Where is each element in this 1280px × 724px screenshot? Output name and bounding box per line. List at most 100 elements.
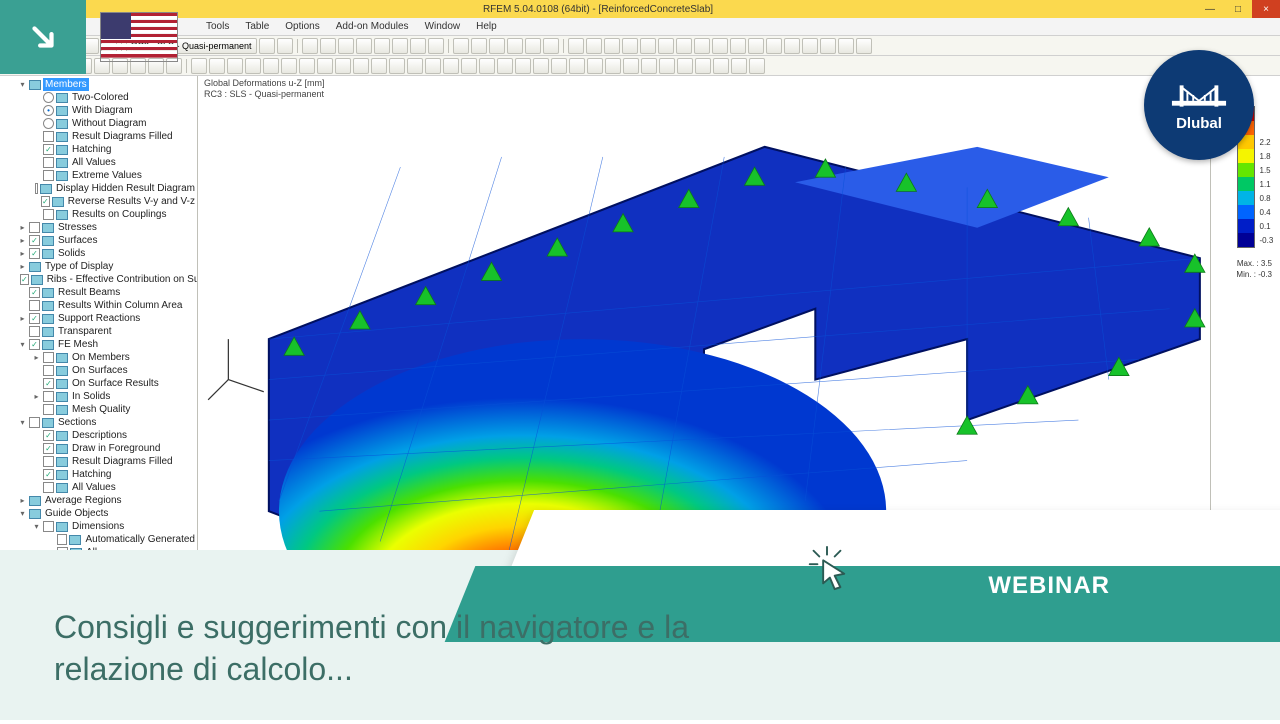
toolbar-button[interactable] [838, 38, 854, 54]
toolbar-button[interactable] [569, 58, 585, 74]
window-minimize-button[interactable]: — [1196, 0, 1224, 18]
tree-checkbox[interactable]: ✓ [29, 313, 40, 324]
toolbar-button[interactable] [489, 38, 505, 54]
toolbar-button[interactable] [587, 58, 603, 74]
tree-checkbox[interactable] [29, 222, 40, 233]
tree-radio[interactable]: • [43, 105, 54, 116]
toolbar-button[interactable] [586, 38, 602, 54]
tree-item[interactable]: ▸✓Surfaces [18, 234, 197, 247]
tree-item[interactable]: Automatically Generated [46, 533, 197, 546]
tree-checkbox[interactable]: ✓ [29, 248, 40, 259]
toolbar-button[interactable] [507, 38, 523, 54]
tree-checkbox[interactable] [57, 560, 68, 571]
tree-item-label[interactable]: Type of Display [43, 260, 115, 273]
tree-checkbox[interactable]: ✓ [43, 378, 54, 389]
toolbar-button[interactable] [568, 38, 584, 54]
tree-checkbox[interactable] [43, 521, 54, 532]
toolbar-button[interactable] [641, 58, 657, 74]
model-viewport[interactable]: Global Deformations u-Z [mm] RC3 : SLS -… [198, 76, 1210, 720]
tree-item-label[interactable]: Mesh Quality [70, 403, 132, 416]
tree-checkbox[interactable] [43, 209, 54, 220]
toolbar-button[interactable] [676, 38, 692, 54]
toolbar-button[interactable] [353, 58, 369, 74]
tree-item[interactable]: Transparent [18, 325, 197, 338]
tree-item-label[interactable]: Dimensions [70, 520, 126, 533]
toolbar-button[interactable] [338, 38, 354, 54]
toolbar-button[interactable] [623, 58, 639, 74]
tree-checkbox[interactable] [29, 326, 40, 337]
tree-item[interactable]: ✓Draw in Foreground [32, 442, 197, 455]
toolbar-button[interactable] [461, 58, 477, 74]
tree-item[interactable]: Mesh Quality [32, 403, 197, 416]
tree-item[interactable]: Results Within Column Area [18, 299, 197, 312]
tree-expand-icon[interactable]: ▾ [18, 338, 27, 351]
toolbar-button[interactable] [471, 38, 487, 54]
toolbar-button[interactable] [281, 58, 297, 74]
tree-item[interactable]: Without Diagram [32, 117, 197, 130]
tree-checkbox[interactable] [43, 404, 54, 415]
tree-item-label[interactable]: Result Beams [56, 286, 122, 299]
tree-item-label[interactable]: Average Regions [43, 494, 124, 507]
toolbar-button[interactable] [766, 38, 782, 54]
tree-item[interactable]: ▾Sections [18, 416, 197, 429]
toolbar-button[interactable] [191, 58, 207, 74]
toolbar-button[interactable] [227, 58, 243, 74]
toolbar-button[interactable] [453, 38, 469, 54]
toolbar-button[interactable] [856, 38, 872, 54]
tree-checkbox[interactable] [43, 391, 54, 402]
tree-item[interactable]: ✓Hatching [32, 468, 197, 481]
tree-item-label[interactable]: Stresses [56, 221, 99, 234]
toolbar-button[interactable] [730, 38, 746, 54]
tree-item[interactable]: Result Diagrams Filled [32, 455, 197, 468]
toolbar-button[interactable] [784, 38, 800, 54]
tree-item[interactable]: ▾Dimensions [32, 520, 197, 533]
toolbar-button[interactable] [245, 58, 261, 74]
tree-checkbox[interactable]: ✓ [29, 339, 40, 350]
tree-item-label[interactable]: Result Diagrams Filled [70, 130, 175, 143]
tree-item[interactable]: Two-Colored [32, 91, 197, 104]
tree-checkbox[interactable]: ✓ [20, 274, 29, 285]
tree-checkbox[interactable] [57, 534, 68, 545]
tree-item-label[interactable]: Automatically Generated [83, 533, 197, 546]
tree-checkbox[interactable]: ✓ [43, 430, 54, 441]
tree-item[interactable]: All Values [32, 481, 197, 494]
tree-item[interactable]: • With Diagram [32, 104, 197, 117]
tree-item-label[interactable]: All [84, 546, 99, 559]
tree-item-label[interactable]: In Solids [70, 390, 112, 403]
menu-addons[interactable]: Add-on Modules [330, 21, 415, 32]
toolbar-button[interactable] [712, 38, 728, 54]
tree-item-label[interactable]: Support Reactions [56, 312, 142, 325]
toolbar-button[interactable] [802, 38, 818, 54]
toolbar-button[interactable] [748, 38, 764, 54]
tree-item[interactable]: ✓Ribs - Effective Contribution on Su [18, 273, 197, 286]
tree-item-label[interactable]: All Values [70, 156, 118, 169]
tree-checkbox[interactable]: ✓ [43, 144, 54, 155]
tree-checkbox[interactable] [43, 170, 54, 181]
tree-item[interactable]: ▸On Members [32, 351, 197, 364]
tree-item-label[interactable]: Draw in Foreground [70, 442, 162, 455]
tree-item-label[interactable]: Extreme Values [70, 169, 144, 182]
tree-item-label[interactable]: With Diagram [70, 104, 135, 117]
tree-checkbox[interactable] [29, 417, 40, 428]
toolbar-button[interactable] [428, 38, 444, 54]
tree-item-label[interactable]: Results Within Column Area [56, 299, 185, 312]
tree-item[interactable]: ▾✓FE Mesh [18, 338, 197, 351]
tree-checkbox[interactable]: ✓ [29, 287, 40, 298]
window-maximize-button[interactable]: □ [1224, 0, 1252, 18]
toolbar-button[interactable] [604, 38, 620, 54]
toolbar-button[interactable] [658, 38, 674, 54]
tree-item[interactable]: ✓On Surface Results [32, 377, 197, 390]
toolbar-button[interactable] [695, 58, 711, 74]
tree-checkbox[interactable] [29, 300, 40, 311]
tree-expand-icon[interactable]: ▾ [18, 78, 27, 91]
toolbar-button[interactable] [694, 38, 710, 54]
tree-item-label[interactable]: Surfaces [56, 234, 99, 247]
tree-item-label[interactable]: On Surfaces [70, 364, 130, 377]
tree-item[interactable]: ✓Reverse Results V-y and V-z [32, 195, 197, 208]
tree-item-label[interactable]: Descriptions [70, 429, 129, 442]
tree-item[interactable]: Extreme Values [32, 169, 197, 182]
tree-item-label[interactable]: Sections [56, 416, 98, 429]
toolbar-button[interactable] [320, 38, 336, 54]
toolbar-button[interactable] [443, 58, 459, 74]
tree-item[interactable]: ✓ Result Beams [18, 286, 197, 299]
